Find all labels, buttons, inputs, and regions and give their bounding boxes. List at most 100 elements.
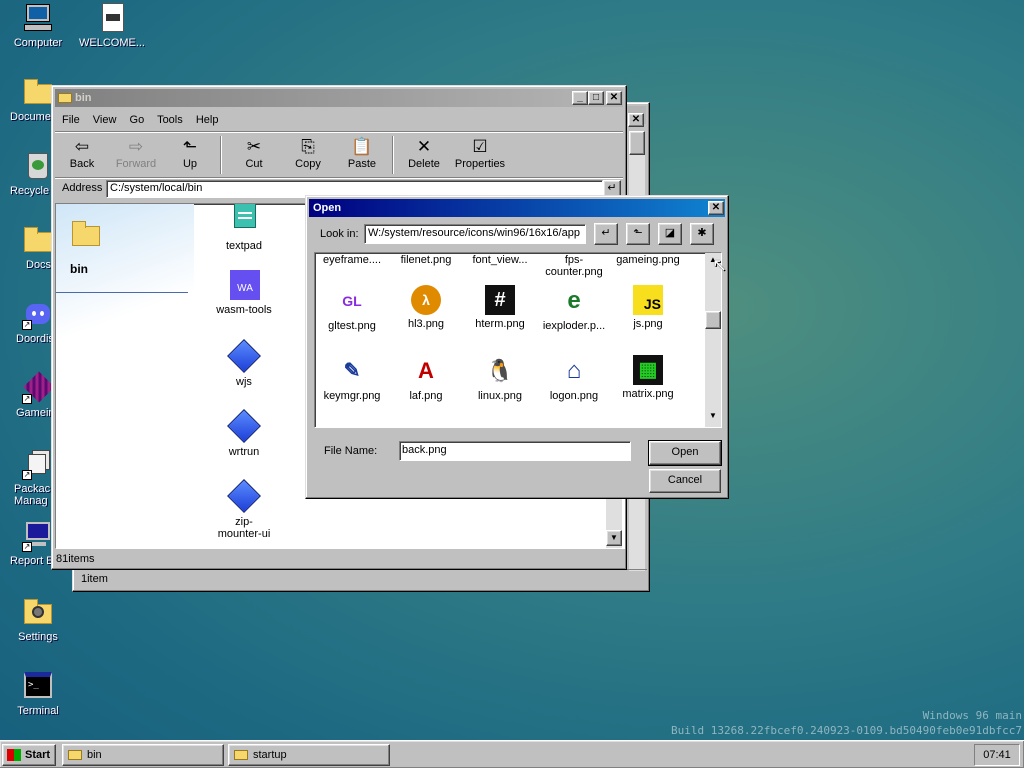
file-item[interactable]: filenet.png — [389, 254, 463, 266]
file-item[interactable]: fps-counter.png — [537, 254, 611, 278]
file-item-laf[interactable]: A laf.png — [389, 355, 463, 402]
folder-icon — [22, 76, 54, 108]
file-item-iexploder[interactable]: e iexploder.p... — [537, 285, 611, 332]
file-label: iexploder.p... — [542, 320, 606, 332]
file-label: gltest.png — [328, 320, 376, 332]
diamond-icon — [227, 479, 261, 513]
desktop-icon-computer[interactable]: Computer — [0, 2, 76, 49]
close-button[interactable]: ✕ — [628, 113, 644, 127]
hterm-icon: # — [485, 285, 515, 315]
forward-button[interactable]: ⇨ Forward — [110, 136, 162, 170]
folder-up-icon: ⬑ — [633, 227, 643, 239]
copy-label: Copy — [295, 158, 321, 170]
logon-icon: ⌂ — [566, 357, 582, 384]
file-label: js.png — [633, 318, 663, 330]
scroll-down-button[interactable]: ▼ — [606, 530, 622, 546]
file-item-wasm-tools[interactable]: WA wasm-tools — [206, 268, 282, 316]
close-button[interactable]: ✕ — [606, 91, 622, 105]
laf-icon: A — [418, 358, 434, 383]
menu-view[interactable]: View — [93, 114, 117, 126]
file-item[interactable]: font_view... — [463, 254, 537, 266]
start-button[interactable]: Start — [2, 744, 56, 766]
up-folder-button[interactable]: ⬑ — [626, 223, 650, 245]
cut-button[interactable]: ✂ Cut — [228, 136, 280, 170]
maximize-button[interactable]: □ — [588, 91, 604, 105]
file-item-hterm[interactable]: # hterm.png — [463, 285, 537, 330]
back-label: Back — [69, 158, 95, 170]
file-name-value: back.png — [402, 444, 447, 456]
file-label: font_view... — [472, 254, 528, 266]
look-in-field[interactable]: W:/system/resource/icons/win96/16x16/app — [364, 224, 586, 244]
mouse-cursor-icon: ↖ — [712, 255, 728, 275]
menu-go[interactable]: Go — [130, 114, 145, 126]
taskbar-item-bin[interactable]: bin — [62, 744, 224, 766]
go-arrow-icon: ↵ — [601, 227, 611, 239]
menu-tools[interactable]: Tools — [157, 114, 183, 126]
file-item-linux[interactable]: 🐧 linux.png — [463, 355, 537, 402]
delete-button[interactable]: ✕ Delete — [398, 136, 450, 170]
file-item-gltest[interactable]: GL gltest.png — [315, 285, 389, 332]
file-item-hl3[interactable]: λ hl3.png — [389, 285, 463, 330]
open-button[interactable]: Open — [648, 440, 722, 466]
file-item-wrtrun[interactable]: wrtrun — [206, 409, 282, 458]
file-name-input[interactable]: back.png — [399, 441, 631, 461]
cancel-button[interactable]: Cancel — [649, 469, 721, 493]
folder-icon — [68, 750, 82, 760]
file-label: gameing.png — [616, 254, 680, 266]
scroll-down-button[interactable]: ▼ — [705, 409, 721, 425]
go-button[interactable]: ↵ — [594, 223, 618, 245]
file-list-scrollbar[interactable]: ▲ ▼ — [705, 253, 721, 427]
properties-button[interactable]: ☑ Properties — [450, 136, 510, 170]
copy-button[interactable]: ⎘ Copy — [282, 136, 334, 170]
file-item-label: wrtrun — [228, 446, 260, 458]
desktop-icon-welcome[interactable]: WELCOME... — [74, 2, 150, 49]
desktop-button[interactable]: ◪ — [658, 223, 682, 245]
explorer-titlebar[interactable]: bin — [55, 89, 623, 107]
open-dialog-titlebar[interactable]: Open — [309, 199, 725, 217]
desktop-icon-label: Terminal — [17, 705, 59, 717]
file-list[interactable]: eyeframe.... filenet.png font_view... fp… — [314, 252, 722, 428]
file-item-textpad[interactable]: textpad — [206, 204, 282, 252]
file-label: linux.png — [477, 390, 523, 402]
new-folder-button[interactable]: ✱ — [690, 223, 714, 245]
file-label: fps-counter.png — [545, 254, 603, 278]
back-button[interactable]: ⇦ Back — [56, 136, 108, 170]
file-item[interactable]: eyeframe.... — [315, 254, 389, 266]
menu-separator — [55, 131, 623, 133]
desktop-icon-settings[interactable]: Settings — [0, 596, 76, 643]
cancel-label: Cancel — [667, 474, 703, 486]
open-dialog[interactable]: Open ✕ Look in: W:/system/resource/icons… — [305, 195, 729, 499]
close-button[interactable]: ✕ — [708, 201, 724, 215]
linux-icon: 🐧 — [486, 358, 514, 383]
explorer-status-text: 81items — [56, 553, 95, 565]
gltest-icon: GL — [342, 293, 362, 309]
scroll-thumb[interactable] — [705, 311, 721, 329]
desktop-icon-terminal[interactable]: >_ Terminal — [0, 670, 76, 717]
file-item-keymgr[interactable]: ✎ keymgr.png — [315, 355, 389, 402]
cut-label: Cut — [245, 158, 263, 170]
desktop-icon-label: Settings — [18, 631, 58, 643]
minimize-button[interactable]: _ — [572, 91, 588, 105]
taskbar-item-startup[interactable]: startup — [228, 744, 390, 766]
file-item-matrix[interactable]: ▦ matrix.png — [611, 355, 685, 400]
address-value: C:/system/local/bin — [110, 182, 203, 194]
file-item[interactable]: gameing.png — [611, 254, 685, 266]
package-icon: ↗ — [22, 448, 54, 480]
up-button[interactable]: ⬑ Up — [164, 136, 216, 170]
js-icon: JS — [633, 285, 663, 315]
file-item-logon[interactable]: ⌂ logon.png — [537, 355, 611, 402]
paste-button[interactable]: 📋 Paste — [336, 136, 388, 170]
desktop-icon-label: Computer — [13, 37, 63, 49]
desktop-icon: ◪ — [664, 227, 676, 239]
iexploder-icon: e — [567, 287, 581, 314]
menu-file[interactable]: File — [62, 114, 80, 126]
menu-help[interactable]: Help — [196, 114, 219, 126]
folder-icon — [70, 218, 102, 250]
file-item-wjs[interactable]: wjs — [206, 339, 282, 388]
matrix-icon: ▦ — [633, 355, 663, 385]
delete-x-icon: ✕ — [416, 137, 432, 156]
file-item-js[interactable]: JS js.png — [611, 285, 685, 330]
file-item-zip-mounter-ui[interactable]: zip-mounter-ui — [206, 479, 282, 540]
settings-icon — [22, 596, 54, 628]
keymgr-icon: ✎ — [343, 360, 361, 382]
